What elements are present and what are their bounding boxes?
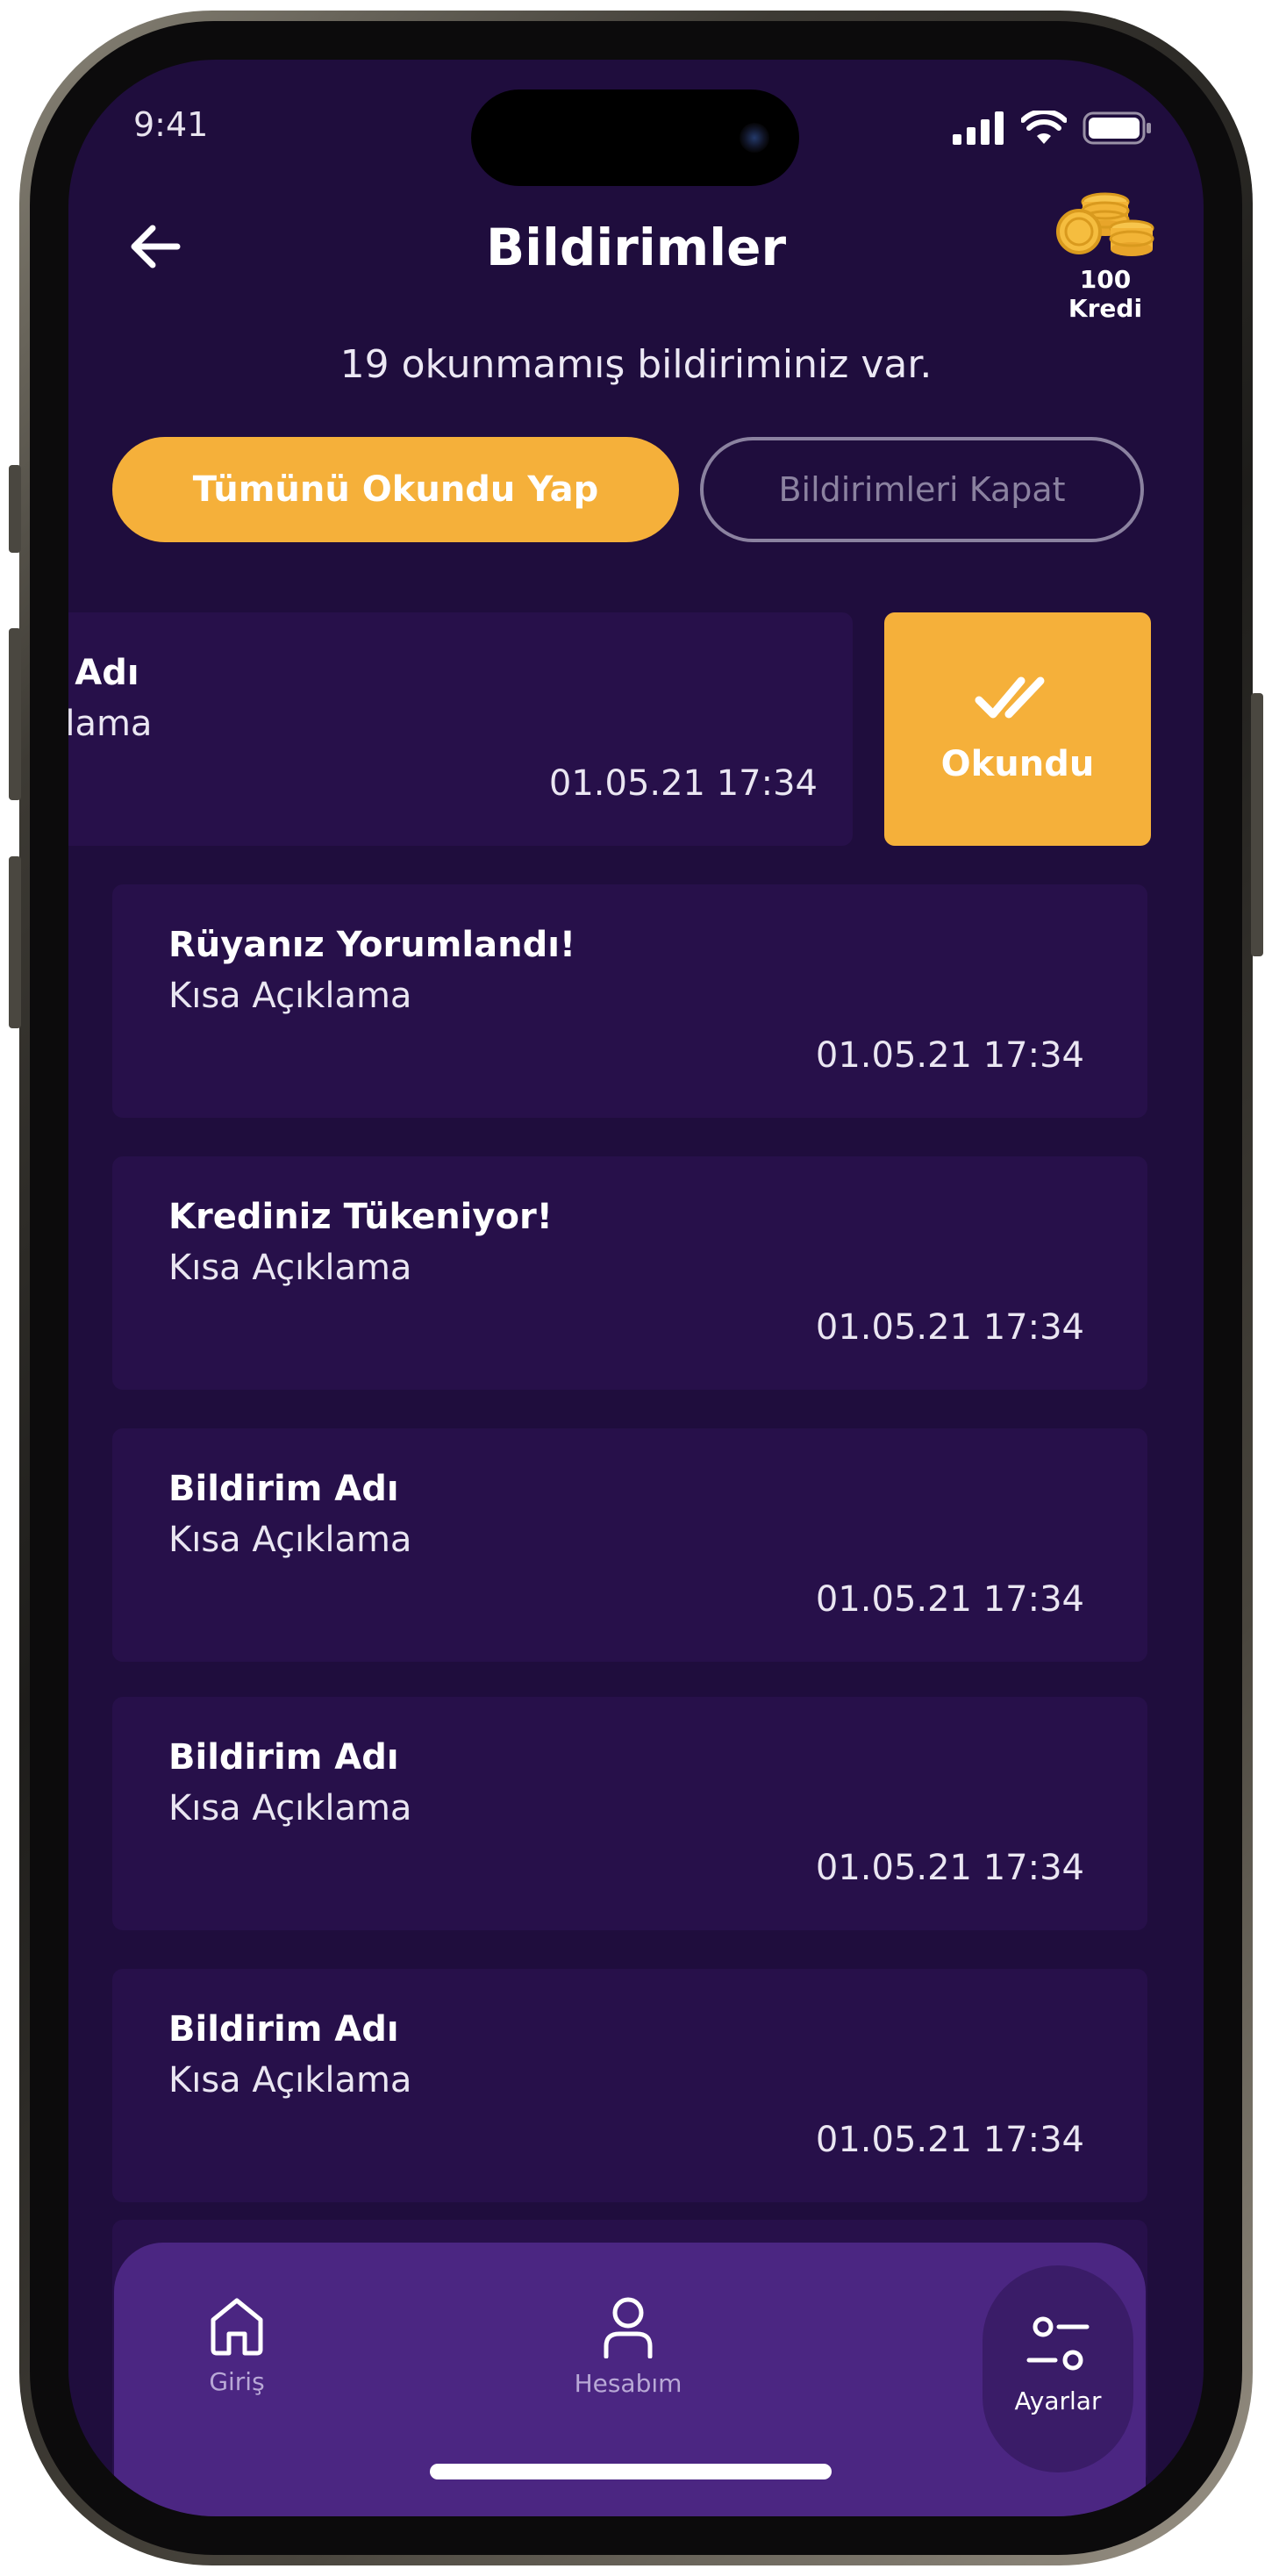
status-time: 9:41: [133, 105, 209, 144]
unread-count-message: 19 okunmamış bildiriminiz var.: [339, 342, 933, 387]
app-screen: 9:41 Bildirimler 100 Kredi 19 okunmamış …: [68, 60, 1204, 2516]
tab-label: Hesabım: [574, 2369, 682, 2398]
notification-time: 01.05.21 17:34: [815, 1579, 1084, 1620]
camera-icon: [740, 123, 769, 153]
notification-description: Kısa Açıklama: [68, 704, 153, 744]
notification-description: Kısa Açıklama: [168, 1788, 412, 1828]
notification-title: Bildirim Adı: [168, 2009, 399, 2050]
notification-card[interactable]: Bildirim Adı Kısa Açıklama 01.05.21 17:3…: [112, 1969, 1147, 2202]
notification-title: Bildirim Adı: [168, 1737, 399, 1778]
notification-time: 01.05.21 17:34: [815, 1035, 1084, 1076]
mark-read-label: Okundu: [940, 744, 1095, 784]
notification-description: Kısa Açıklama: [168, 1520, 412, 1560]
silent-switch: [9, 465, 21, 553]
notification-title: Krediniz Tükeniyor!: [168, 1197, 553, 1237]
battery-icon: [1083, 111, 1151, 145]
disable-notifications-button[interactable]: Bildirimleri Kapat: [700, 437, 1144, 542]
credit-balance[interactable]: 100 Kredi: [1040, 190, 1170, 323]
settings-sliders-icon: [1026, 2316, 1090, 2371]
home-indicator[interactable]: [430, 2464, 832, 2479]
page-title: Bildirimler: [485, 218, 787, 277]
power-button: [1251, 693, 1263, 956]
notification-card[interactable]: Krediniz Tükeniyor! Kısa Açıklama 01.05.…: [112, 1156, 1147, 1390]
credit-label: 100 Kredi: [1068, 265, 1143, 323]
mark-all-read-button[interactable]: Tümünü Okundu Yap: [112, 437, 679, 542]
tab-giris[interactable]: Giriş: [140, 2295, 333, 2488]
coins-icon: [1056, 192, 1154, 256]
notification-time: 01.05.21 17:34: [815, 2120, 1084, 2160]
notification-card[interactable]: Bildirim Adı Kısa Açıklama 01.05.21 17:3…: [112, 1428, 1147, 1662]
volume-up-button: [9, 628, 21, 800]
user-icon: [604, 2297, 653, 2359]
notification-time: 01.05.21 17:34: [815, 1848, 1084, 1888]
notification-title: Bildirim Adı: [68, 653, 139, 693]
tab-ayarlar[interactable]: Ayarlar: [961, 2315, 1154, 2508]
double-check-icon: [975, 676, 1045, 719]
mark-read-swipe-action[interactable]: Okundu: [884, 612, 1151, 846]
notification-description: Kısa Açıklama: [168, 1248, 412, 1288]
tab-label: Giriş: [209, 2367, 265, 2396]
swiped-notification-card[interactable]: Bildirim Adı Kısa Açıklama 01.05.21 17:3…: [68, 612, 853, 846]
wifi-icon: [1021, 111, 1067, 144]
volume-down-button: [9, 856, 21, 1028]
notification-description: Kısa Açıklama: [168, 976, 412, 1016]
notification-time: 01.05.21 17:34: [815, 1307, 1084, 1348]
notification-card[interactable]: Bildirim Adı Kısa Açıklama 01.05.21 17:3…: [112, 1697, 1147, 1930]
signal-icon: [953, 111, 1004, 145]
notification-time: 01.05.21 17:34: [548, 763, 818, 804]
notification-card[interactable]: Rüyanız Yorumlandı! Kısa Açıklama 01.05.…: [112, 884, 1147, 1118]
notification-title: Bildirim Adı: [168, 1469, 399, 1509]
dynamic-island: [471, 89, 799, 186]
tab-label: Ayarlar: [1014, 2386, 1102, 2415]
tab-hesabim[interactable]: Hesabım: [532, 2295, 725, 2488]
home-icon: [211, 2298, 263, 2356]
notification-title: Rüyanız Yorumlandı!: [168, 925, 576, 965]
status-icons: [953, 111, 1153, 146]
notification-description: Kısa Açıklama: [168, 2060, 412, 2100]
